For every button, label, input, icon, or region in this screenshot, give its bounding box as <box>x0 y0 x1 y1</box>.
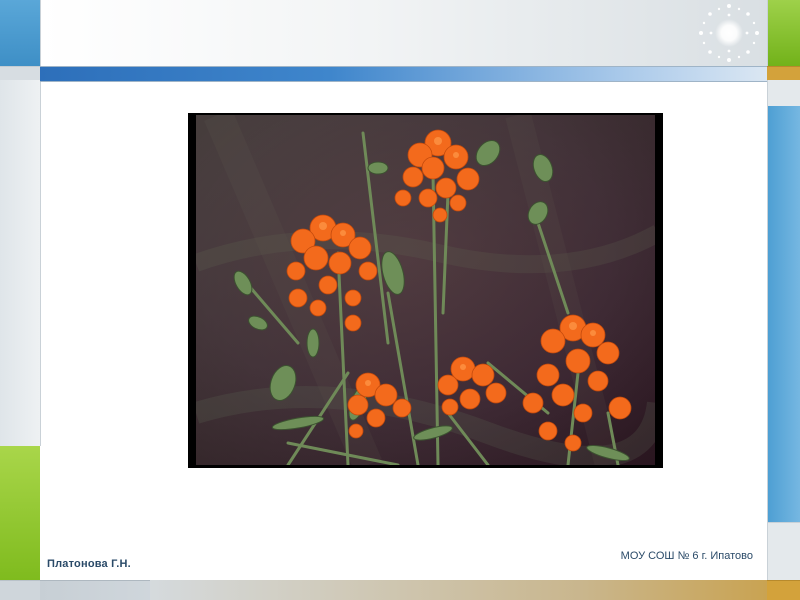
left-bottom-block <box>0 580 40 600</box>
right-bottom-block <box>767 580 800 600</box>
flower-photo-image <box>188 113 663 468</box>
left-green-block <box>0 446 40 580</box>
right-top-block <box>767 0 800 66</box>
right-grey-block <box>767 80 800 106</box>
slide: Платонова Г.Н. МОУ СОШ № 6 г. Ипатово <box>0 0 800 600</box>
right-lower-block <box>767 522 800 581</box>
left-middle-block <box>0 80 41 446</box>
right-blue-block <box>767 106 800 522</box>
school-name: МОУ СОШ № 6 г. Ипатово <box>620 550 753 562</box>
header-panel <box>40 0 768 66</box>
footer-gold-strip <box>150 580 767 600</box>
left-top-block <box>0 0 40 66</box>
author-name: Платонова Г.Н. <box>47 558 131 570</box>
flower-photo <box>188 113 663 468</box>
sparkle-icon <box>699 4 759 62</box>
header-bar <box>40 66 767 82</box>
